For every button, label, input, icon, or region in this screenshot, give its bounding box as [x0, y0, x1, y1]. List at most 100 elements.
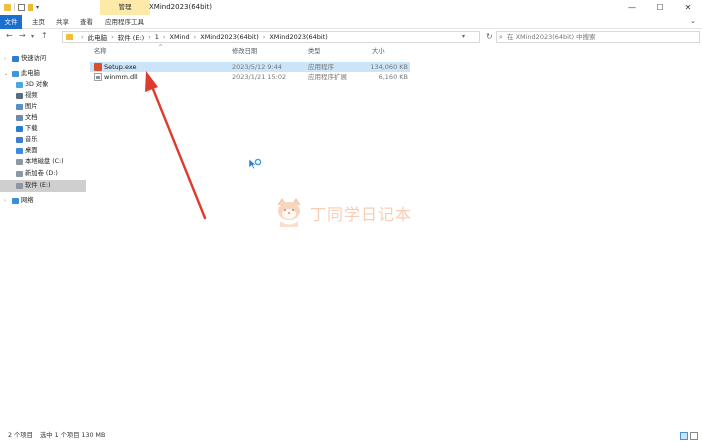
sidebar-item-drive-e[interactable]: 软件 (E:) — [0, 180, 86, 192]
watermark-text: 丁同学日记本 — [310, 205, 413, 224]
cube-icon — [16, 82, 23, 88]
chevron-down-icon[interactable]: ▾ — [462, 32, 465, 42]
breadcrumb[interactable]: 软件 (E:) — [118, 32, 144, 42]
search-icon: ⌕ — [499, 33, 503, 41]
address-bar-row: ← → ▾ ↑ › 此电脑 › 软件 (E:) › 1 › XMind › XM… — [0, 29, 702, 45]
chevron-down-icon[interactable]: ▾ — [36, 4, 41, 11]
chevron-right-icon: › — [81, 33, 84, 41]
search-placeholder: 在 XMind2023(64bit) 中搜索 — [507, 33, 596, 41]
chevron-right-icon: › — [148, 33, 151, 41]
back-icon[interactable]: ← — [6, 31, 13, 40]
properties-icon[interactable] — [18, 3, 25, 11]
file-row-setup[interactable]: Setup.exe 2023/5/12 9:44 应用程序 134,060 KB — [90, 62, 410, 72]
star-icon — [12, 56, 19, 62]
selection-info: 选中 1 个项目 130 MB — [40, 432, 106, 439]
tab-home[interactable]: 主页 — [32, 16, 45, 28]
file-name: winmm.dll — [104, 73, 138, 81]
sidebar-item-label: 软件 (E:) — [25, 182, 51, 189]
video-icon — [16, 93, 23, 99]
tab-file[interactable]: 文件 — [0, 15, 22, 29]
download-icon — [16, 126, 23, 132]
sidebar-item-desktop[interactable]: 桌面 — [0, 146, 86, 156]
sidebar-item-documents[interactable]: 文档 — [0, 113, 86, 123]
details-view-icon[interactable] — [680, 432, 688, 440]
large-icons-view-icon[interactable] — [690, 432, 698, 440]
shiba-dog-logo-icon — [277, 198, 301, 227]
file-date: 2023/5/12 9:44 — [232, 63, 282, 71]
refresh-icon[interactable]: ↻ — [486, 32, 493, 41]
sidebar-item-this-pc[interactable]: ⌄ 此电脑 — [0, 69, 86, 79]
sidebar-item-label: 此电脑 — [21, 70, 40, 77]
chevron-right-icon: › — [193, 33, 197, 41]
sidebar-item-videos[interactable]: 视频 — [0, 91, 86, 101]
document-icon — [16, 115, 23, 121]
music-icon — [16, 137, 23, 143]
chevron-down-icon[interactable]: ⌄ — [4, 69, 10, 79]
dll-icon — [94, 73, 102, 81]
ribbon: 文件 主页 共享 查看 应用程序工具 ⌄ — [0, 15, 702, 29]
context-tab-manage[interactable]: 管理 — [100, 0, 150, 15]
maximize-icon[interactable]: ☐ — [646, 0, 674, 15]
column-header-size[interactable]: 大小 — [372, 46, 385, 58]
status-bar: 2 个项目 选中 1 个项目 130 MB — [0, 430, 702, 442]
sidebar-item-label: 新加卷 (D:) — [25, 170, 58, 177]
up-icon[interactable]: ↑ — [41, 31, 48, 40]
title-bar: ▾ 管理 XMind2023(64bit) — ☐ ✕ — [0, 0, 702, 15]
chevron-right-icon[interactable]: › — [4, 54, 10, 64]
breadcrumb[interactable]: XMind — [170, 33, 190, 41]
address-bar[interactable]: › 此电脑 › 软件 (E:) › 1 › XMind › XMind2023(… — [62, 31, 480, 43]
tab-share[interactable]: 共享 — [56, 16, 69, 28]
sidebar-item-drive-c[interactable]: 本地磁盘 (C:) — [0, 157, 86, 167]
computer-icon — [12, 71, 19, 77]
quick-access-toolbar: ▾ — [4, 3, 41, 11]
column-header-date[interactable]: 修改日期 — [232, 46, 257, 58]
exe-icon — [94, 63, 102, 71]
file-row-winmm[interactable]: winmm.dll 2023/1/21 15:02 应用程序扩展 6,160 K… — [90, 72, 410, 82]
close-icon[interactable]: ✕ — [674, 0, 702, 15]
file-type: 应用程序 — [308, 63, 334, 71]
chevron-right-icon: › — [162, 33, 166, 41]
recent-dropdown-icon[interactable]: ▾ — [31, 33, 34, 40]
picture-icon — [16, 104, 23, 110]
chevron-right-icon[interactable]: › — [4, 196, 10, 206]
sidebar-item-downloads[interactable]: 下载 — [0, 124, 86, 134]
file-size: 134,060 KB — [370, 63, 408, 71]
sidebar-item-label: 图片 — [25, 103, 38, 110]
tab-view[interactable]: 查看 — [80, 16, 93, 28]
sidebar-item-quick-access[interactable]: › 快速访问 — [0, 54, 86, 64]
search-input[interactable]: ⌕ 在 XMind2023(64bit) 中搜索 — [496, 31, 700, 43]
chevron-right-icon: › — [111, 33, 114, 41]
column-header-name[interactable]: 名称 — [94, 46, 107, 58]
sidebar-item-label: 本地磁盘 (C:) — [25, 158, 64, 165]
column-header-type[interactable]: 类型 — [308, 46, 321, 58]
sidebar-item-pictures[interactable]: 图片 — [0, 102, 86, 112]
sidebar-item-drive-d[interactable]: 新加卷 (D:) — [0, 169, 86, 179]
drive-icon — [16, 183, 23, 189]
file-list: ^ 名称 修改日期 类型 大小 Setup.exe 2023/5/12 9:44… — [90, 44, 702, 426]
file-date: 2023/1/21 15:02 — [232, 73, 287, 81]
breadcrumb[interactable]: 1 — [155, 33, 159, 41]
forward-icon[interactable]: → — [19, 31, 26, 40]
breadcrumb[interactable]: 此电脑 — [88, 32, 108, 42]
sidebar-item-label: 文档 — [25, 114, 38, 121]
file-name: Setup.exe — [104, 63, 137, 71]
new-folder-icon[interactable] — [28, 3, 33, 11]
minimize-icon[interactable]: — — [618, 0, 646, 15]
breadcrumb[interactable]: XMind2023(64bit) — [269, 33, 327, 41]
sidebar-item-3d-objects[interactable]: 3D 对象 — [0, 80, 86, 90]
tab-app-tools[interactable]: 应用程序工具 — [105, 16, 144, 28]
divider — [14, 3, 15, 11]
chevron-down-icon[interactable]: ⌄ — [690, 17, 696, 25]
folder-icon — [4, 3, 11, 11]
watermark: 丁同学日记本 — [274, 197, 412, 229]
drive-icon — [16, 171, 23, 177]
sidebar-item-music[interactable]: 音乐 — [0, 135, 86, 145]
network-icon — [12, 198, 19, 204]
sidebar-item-label: 网络 — [21, 197, 34, 204]
sidebar-item-label: 视频 — [25, 92, 38, 99]
sidebar-item-network[interactable]: › 网络 — [0, 196, 86, 206]
sidebar-item-label: 下载 — [25, 125, 38, 132]
window-title: XMind2023(64bit) — [149, 3, 212, 11]
sidebar-item-label: 音乐 — [25, 136, 38, 143]
breadcrumb[interactable]: XMind2023(64bit) — [200, 33, 258, 41]
